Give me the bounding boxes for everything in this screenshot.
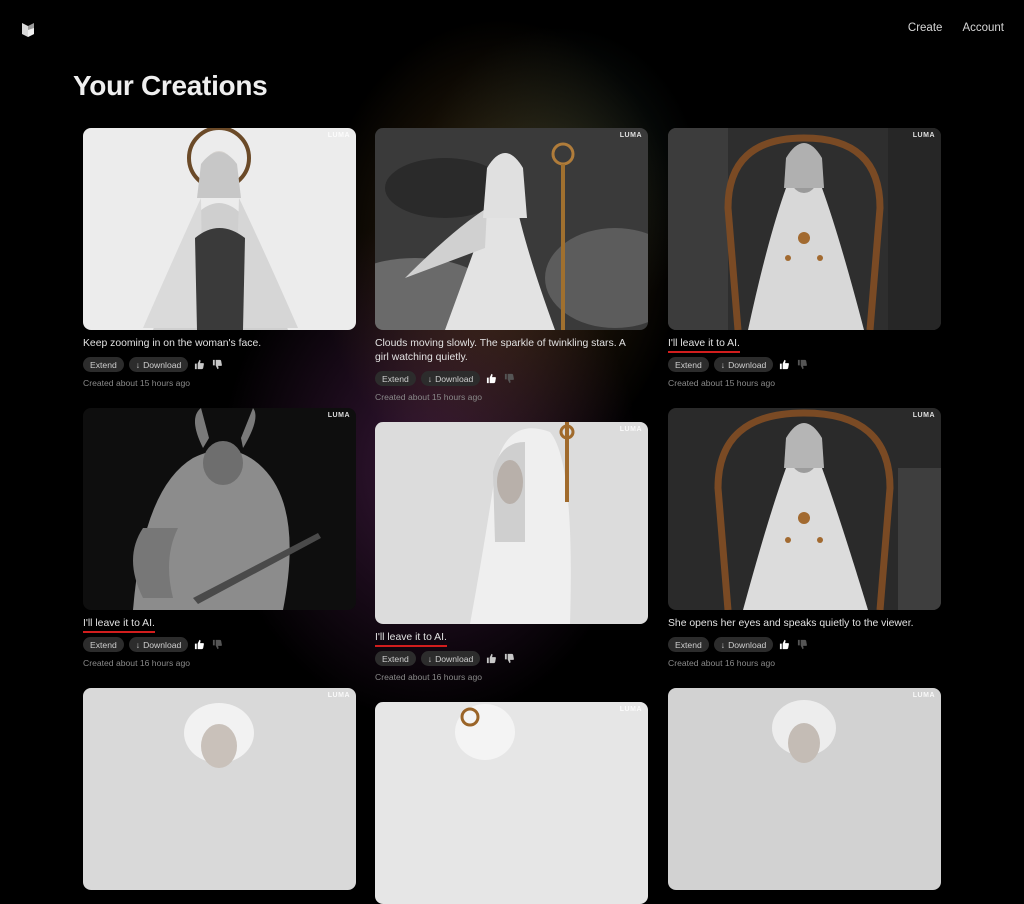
luma-watermark: LUMA [327, 692, 350, 699]
creation-card-7: LUMA [83, 688, 356, 890]
video-thumbnail[interactable]: LUMA [668, 408, 941, 610]
card-caption: Keep zooming in on the woman's face. [83, 338, 262, 349]
card-caption: I'll leave it to AI. [83, 617, 343, 633]
luma-watermark: LUMA [619, 426, 642, 433]
thumbs-up-icon[interactable] [485, 372, 498, 385]
download-arrow-icon: ↓ [135, 639, 141, 650]
creation-card-5: LUMA I'll leave it to AI. Extend ↓ Downlo… [375, 422, 648, 682]
video-thumbnail[interactable]: LUMA [83, 128, 356, 330]
video-thumbnail[interactable]: LUMA [83, 408, 356, 610]
extend-button[interactable]: Extend [375, 651, 416, 666]
top-nav: Create Account [908, 22, 1004, 34]
thumbs-up-icon[interactable] [193, 638, 206, 651]
thumbs-up-icon[interactable] [778, 638, 791, 651]
thumbnail-image [83, 128, 356, 330]
extend-button[interactable]: Extend [375, 371, 416, 386]
extend-button[interactable]: Extend [668, 637, 709, 652]
thumbs-down-icon[interactable] [796, 638, 809, 651]
download-button[interactable]: ↓ Download [713, 357, 774, 372]
video-thumbnail[interactable]: LUMA [375, 702, 648, 904]
card-caption: I'll leave it to AI. [375, 631, 635, 647]
luma-watermark: LUMA [619, 132, 642, 139]
download-arrow-icon: ↓ [720, 359, 726, 370]
thumbs-up-icon[interactable] [778, 358, 791, 371]
card-actions: Extend ↓ Download [375, 371, 648, 386]
thumbs-up-icon[interactable] [193, 358, 206, 371]
created-timestamp: Created about 15 hours ago [375, 392, 483, 402]
video-thumbnail[interactable]: LUMA [375, 128, 648, 330]
luma-watermark: LUMA [327, 412, 350, 419]
creation-card-9: LUMA [668, 688, 941, 890]
creation-card-6: LUMA She opens her eyes and speaks quiet… [668, 408, 941, 668]
card-actions: Extend ↓ Download [668, 357, 941, 372]
video-thumbnail[interactable]: LUMA [668, 688, 941, 890]
thumbnail-image [375, 128, 648, 330]
thumbnail-image [83, 688, 356, 890]
thumbs-down-icon[interactable] [211, 638, 224, 651]
luma-watermark: LUMA [912, 412, 935, 419]
created-timestamp: Created about 16 hours ago [668, 658, 776, 668]
extend-button[interactable]: Extend [83, 637, 124, 652]
page-title: Your Creations [73, 70, 268, 101]
card-actions: Extend ↓ Download [668, 637, 941, 652]
download-arrow-icon: ↓ [427, 653, 433, 664]
thumbs-down-icon[interactable] [211, 358, 224, 371]
creation-card-3: LUMA I'll leave it to AI. Extend ↓ Downlo… [668, 128, 941, 388]
video-thumbnail[interactable]: LUMA [668, 128, 941, 330]
created-timestamp: Created about 15 hours ago [668, 378, 776, 388]
luma-logo-icon[interactable] [20, 21, 36, 39]
luma-watermark: LUMA [327, 132, 350, 139]
card-actions: Extend ↓ Download [375, 651, 648, 666]
thumbnail-image [668, 408, 941, 610]
thumbnail-image [375, 422, 648, 624]
download-arrow-icon: ↓ [427, 373, 433, 384]
created-timestamp: Created about 16 hours ago [83, 658, 191, 668]
card-caption: I'll leave it to AI. [668, 337, 928, 353]
thumbs-down-icon[interactable] [503, 372, 516, 385]
nav-account-link[interactable]: Account [962, 22, 1004, 34]
download-button[interactable]: ↓ Download [128, 637, 189, 652]
download-arrow-icon: ↓ [135, 359, 141, 370]
card-actions: Extend ↓ Download [83, 637, 356, 652]
created-timestamp: Created about 15 hours ago [83, 378, 191, 388]
download-arrow-icon: ↓ [720, 639, 726, 650]
thumbs-down-icon[interactable] [796, 358, 809, 371]
luma-watermark: LUMA [912, 692, 935, 699]
extend-button[interactable]: Extend [668, 357, 709, 372]
nav-create-link[interactable]: Create [908, 22, 943, 34]
thumbs-up-icon[interactable] [485, 652, 498, 665]
download-button[interactable]: ↓ Download [420, 651, 481, 666]
card-caption: Clouds moving slowly. The sparkle of twi… [375, 338, 626, 363]
extend-button[interactable]: Extend [83, 357, 124, 372]
created-timestamp: Created about 16 hours ago [375, 672, 483, 682]
card-caption: She opens her eyes and speaks quietly to… [668, 618, 914, 629]
download-button[interactable]: ↓ Download [420, 371, 481, 386]
thumbnail-image [668, 688, 941, 890]
thumbnail-image [375, 702, 648, 904]
thumbnail-image [668, 128, 941, 330]
download-button[interactable]: ↓ Download [713, 637, 774, 652]
creation-card-1: LUMA Keep zooming in on the woman's face… [83, 128, 356, 388]
creation-card-8: LUMA [375, 702, 648, 904]
video-thumbnail[interactable]: LUMA [375, 422, 648, 624]
luma-watermark: LUMA [619, 706, 642, 713]
card-actions: Extend ↓ Download [83, 357, 356, 372]
creation-card-4: LUMA I'll leave it to AI. Extend ↓ Downlo… [83, 408, 356, 668]
thumbs-down-icon[interactable] [503, 652, 516, 665]
creation-card-2: LUMA Clouds moving slowly. The sparkle o… [375, 128, 648, 402]
thumbnail-image [83, 408, 356, 610]
luma-watermark: LUMA [912, 132, 935, 139]
video-thumbnail[interactable]: LUMA [83, 688, 356, 890]
download-button[interactable]: ↓ Download [128, 357, 189, 372]
